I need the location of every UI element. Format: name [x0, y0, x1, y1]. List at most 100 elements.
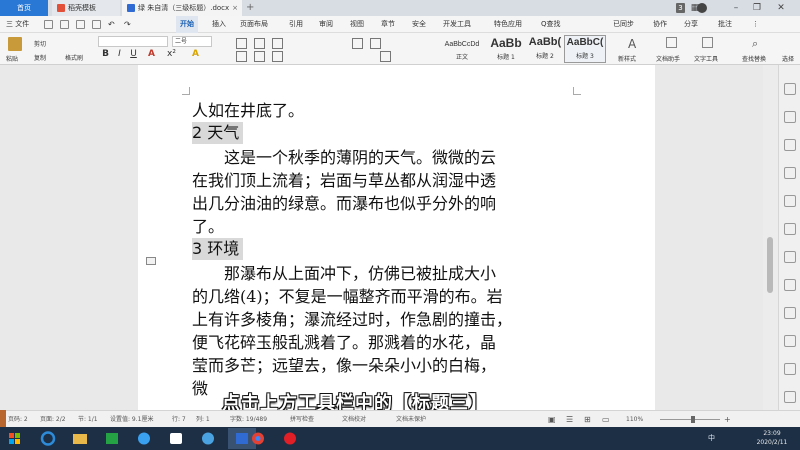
format-painter-button[interactable]: 格式刷 — [65, 53, 83, 62]
search-menu[interactable]: Q查找 — [541, 16, 561, 33]
find-replace-label[interactable]: 查找替换 — [742, 54, 766, 63]
new-style-icon[interactable]: A — [628, 37, 639, 51]
collab-button[interactable]: 协作 — [653, 16, 667, 33]
print-icon[interactable] — [76, 20, 85, 29]
align-right-icon[interactable] — [272, 51, 283, 62]
view-web-icon[interactable]: ⊞ — [584, 411, 591, 428]
system-clock[interactable]: 23:09 2020/2/11 — [744, 429, 800, 447]
status-words[interactable]: 字数: 19/489 — [230, 411, 267, 428]
indent-icon[interactable] — [272, 38, 283, 49]
paragraph-line[interactable]: 便飞花碎玉般乱溅着了。那溅着的水花，晶 — [192, 331, 496, 354]
paragraph-line[interactable]: 人如在井底了。 — [192, 99, 304, 122]
sidebar-icon-8[interactable] — [784, 279, 796, 291]
more-icon[interactable]: ⋮ — [752, 16, 759, 33]
style-heading-1[interactable]: AaBb 标题 1 — [486, 35, 526, 63]
show-marks-icon[interactable] — [370, 38, 381, 49]
status-col[interactable]: 列: 1 — [196, 411, 210, 428]
menu-developer[interactable]: 开发工具 — [443, 16, 471, 33]
new-tab-icon[interactable]: + — [246, 0, 254, 16]
zoom-slider[interactable] — [660, 416, 720, 423]
select-label[interactable]: 选择 — [782, 54, 794, 63]
doc-helper-icon[interactable] — [666, 37, 677, 48]
proofread-toggle[interactable]: 文档校对 — [342, 411, 366, 428]
save-icon[interactable] — [44, 20, 53, 29]
sort-icon[interactable] — [352, 38, 363, 49]
scrollbar-thumb[interactable] — [767, 237, 773, 293]
paragraph-line[interactable]: 出几分油油的绿意。而瀑布也似乎分外的响 — [192, 192, 496, 215]
close-window-icon[interactable]: ✕ — [772, 0, 790, 16]
tab-template[interactable]: 稻壳模板 — [52, 0, 120, 16]
paragraph-line[interactable]: 在我们顶上流着；岩面与草丛都从润湿中透 — [192, 169, 496, 192]
ie-icon[interactable] — [34, 428, 62, 449]
sidebar-icon-7[interactable] — [784, 251, 796, 263]
paragraph-line[interactable]: 了。 — [192, 215, 224, 238]
chrome-icon[interactable] — [244, 428, 272, 449]
document-page[interactable]: 人如在井底了。 2 天气 这是一个秋季的薄阴的天气。微微的云 在我们顶上流着；岩面与… — [138, 65, 655, 410]
status-pages[interactable]: 页面: 2/2 — [40, 411, 66, 428]
app-icon[interactable] — [162, 428, 190, 449]
comment-button[interactable]: 批注 — [718, 16, 732, 33]
export-icon[interactable] — [60, 20, 69, 29]
paragraph-line[interactable]: 莹而多芒；远望去，像一朵朵小小的白梅， — [192, 354, 496, 377]
italic-icon[interactable]: I — [114, 49, 125, 59]
border-icon[interactable] — [380, 51, 391, 62]
align-left-icon[interactable] — [236, 51, 247, 62]
find-replace-icon[interactable]: ⌕ — [752, 37, 763, 50]
view-outline-icon[interactable]: ☰ — [566, 411, 573, 428]
paragraph-line[interactable]: 这是一个秋季的薄阴的天气。微微的云 — [192, 146, 496, 169]
sidebar-icon-5[interactable] — [784, 195, 796, 207]
sidebar-icon-2[interactable] — [784, 111, 796, 123]
superscript-icon[interactable]: x² — [166, 49, 177, 59]
status-row[interactable]: 行: 7 — [172, 411, 186, 428]
paragraph-marker-icon[interactable] — [146, 257, 156, 265]
browser-icon[interactable] — [194, 428, 222, 449]
menu-features[interactable]: 特色应用 — [494, 16, 522, 33]
sidebar-icon-1[interactable] — [784, 83, 796, 95]
windows-start-icon[interactable] — [0, 428, 30, 449]
ime-indicator[interactable]: 中 — [708, 427, 715, 450]
folder-icon[interactable] — [66, 428, 94, 449]
tab-document[interactable]: 绿 朱自清（三级标题）.docx × — [122, 0, 242, 16]
sidebar-icon-12[interactable] — [784, 391, 796, 403]
section-heading[interactable]: 2 天气 — [192, 122, 244, 144]
menu-references[interactable]: 引用 — [289, 16, 303, 33]
spell-check-toggle[interactable]: 拼写检查 — [290, 411, 314, 428]
view-read-icon[interactable]: ▭ — [602, 411, 610, 428]
avatar[interactable] — [697, 3, 707, 13]
paragraph-line[interactable]: 那瀑布从上面冲下，仿佛已被扯成大小 — [192, 262, 496, 285]
file-menu[interactable]: 三 文件 — [6, 16, 29, 33]
paragraph-line[interactable]: 上有许多棱角；瀑流经过时，作急剧的撞击， — [192, 308, 512, 331]
highlight-icon[interactable]: A — [190, 49, 201, 59]
view-page-icon[interactable]: ▣ — [548, 411, 556, 428]
close-tab-icon[interactable]: × — [232, 0, 238, 16]
menu-home[interactable]: 开始 — [176, 16, 198, 33]
paste-label[interactable]: 粘贴 — [6, 54, 18, 63]
menu-section[interactable]: 章节 — [381, 16, 395, 33]
menu-security[interactable]: 安全 — [412, 16, 426, 33]
share-button[interactable]: 分享 — [684, 16, 698, 33]
font-name-select[interactable] — [98, 36, 168, 47]
minimize-icon[interactable]: – — [727, 0, 745, 16]
text-tool-icon[interactable] — [702, 37, 713, 48]
style-normal[interactable]: AaBbCcDd 正文 — [440, 35, 484, 63]
doc-helper-label[interactable]: 文档助手 — [656, 54, 680, 63]
zoom-slider-knob[interactable] — [691, 416, 695, 423]
sync-status[interactable]: 已同步 — [613, 16, 634, 33]
paragraph-line[interactable]: 微 — [192, 377, 208, 400]
sidebar-icon-4[interactable] — [784, 167, 796, 179]
list-bullets-icon[interactable] — [236, 38, 247, 49]
sidebar-icon-10[interactable] — [784, 335, 796, 347]
protect-status[interactable]: 文档未保护 — [396, 411, 426, 428]
zoom-level[interactable]: 110% — [626, 411, 643, 428]
sidebar-icon-3[interactable] — [784, 139, 796, 151]
text-tool-label[interactable]: 文字工具 — [694, 54, 718, 63]
restore-icon[interactable]: ❐ — [748, 0, 766, 16]
window-count-badge[interactable]: 3 — [676, 3, 685, 13]
recorder-icon[interactable] — [276, 428, 304, 449]
status-page[interactable]: 页码: 2 — [8, 411, 28, 428]
underline-icon[interactable]: U — [128, 49, 139, 59]
menu-view[interactable]: 视图 — [350, 16, 364, 33]
new-style-label[interactable]: 新样式 — [618, 54, 636, 63]
bold-icon[interactable]: B — [100, 49, 111, 59]
paragraph-line[interactable]: 的几绺(4)；不复是一幅整齐而平滑的布。岩 — [192, 285, 503, 308]
